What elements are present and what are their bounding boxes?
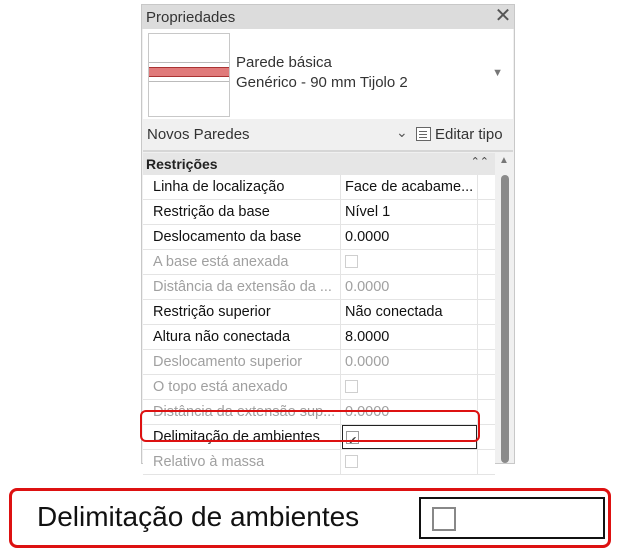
property-value	[342, 375, 477, 399]
property-row[interactable]: Restrição da base Nível 1	[143, 200, 495, 225]
row-gutter	[477, 275, 496, 299]
type-variant: Genérico - 90 mm Tijolo 2	[236, 74, 408, 91]
property-checkbox	[345, 379, 358, 393]
property-name: Altura não conectada	[143, 325, 341, 349]
row-gutter	[477, 325, 496, 349]
property-value[interactable]: Não conectada	[342, 300, 477, 324]
property-row[interactable]: Altura não conectada 8.0000	[143, 325, 495, 350]
property-name: Deslocamento superior	[143, 350, 341, 374]
property-name: Linha de localização	[143, 175, 341, 199]
edit-type-label: Editar tipo	[435, 125, 503, 143]
highlight-box	[140, 410, 480, 442]
property-row[interactable]: Deslocamento da base 0.0000	[143, 225, 495, 250]
property-name: Distância da extensão da ...	[143, 275, 341, 299]
property-name: Deslocamento da base	[143, 225, 341, 249]
instance-row: Novos Paredes ⌄ Editar tipo	[143, 119, 513, 149]
property-name: O topo está anexado	[143, 375, 341, 399]
property-value[interactable]: Face de acabame...	[342, 175, 477, 199]
row-gutter	[477, 175, 496, 199]
row-gutter	[477, 250, 496, 274]
zoom-checkbox[interactable]	[432, 507, 456, 531]
row-gutter	[477, 450, 496, 474]
property-row: Relativo à massa	[143, 450, 495, 475]
section-label: Restrições	[146, 156, 218, 172]
type-preview-image	[148, 33, 230, 117]
property-value: 0.0000	[345, 279, 390, 295]
row-gutter	[477, 200, 496, 224]
property-name: A base está anexada	[143, 250, 341, 274]
type-selector[interactable]: Parede básica Genérico - 90 mm Tijolo 2 …	[143, 29, 513, 119]
property-name: Relativo à massa	[143, 450, 341, 474]
type-family: Parede básica	[236, 54, 332, 71]
property-value[interactable]: 0.0000	[342, 225, 477, 249]
row-gutter	[477, 375, 496, 399]
property-row[interactable]: Restrição superior Não conectada	[143, 300, 495, 325]
property-value[interactable]: Nível 1	[342, 200, 477, 224]
section-header-constraints[interactable]: Restrições ⌃⌃	[143, 153, 495, 175]
property-value: 0.0000	[345, 354, 390, 370]
property-row: O topo está anexado	[143, 375, 495, 400]
property-name: Restrição superior	[143, 300, 341, 324]
row-gutter	[477, 300, 496, 324]
property-row: A base está anexada	[143, 250, 495, 275]
close-icon[interactable]: ✕	[494, 4, 512, 28]
palette-titlebar[interactable]: Propriedades ✕	[142, 5, 514, 29]
zoom-label: Delimitação de ambientes	[37, 501, 360, 532]
zoom-callout: Delimitação de ambientes	[9, 488, 611, 548]
divider	[143, 150, 513, 152]
palette-title: Propriedades	[146, 9, 236, 26]
properties-palette: Propriedades ✕ Parede básica Genérico - …	[141, 4, 515, 475]
scrollbar-thumb[interactable]	[501, 175, 509, 463]
scroll-up-icon[interactable]: ▲	[499, 155, 509, 166]
collapse-icon[interactable]: ⌃⌃	[471, 155, 489, 168]
row-gutter	[477, 225, 496, 249]
row-gutter	[477, 350, 496, 374]
property-checkbox	[345, 454, 358, 468]
property-checkbox	[345, 254, 358, 268]
property-row: Distância da extensão da ... 0.0000	[143, 275, 495, 300]
instance-filter-label: Novos Paredes	[147, 126, 250, 143]
property-name: Restrição da base	[143, 200, 341, 224]
property-row[interactable]: Linha de localização Face de acabame...	[143, 175, 495, 200]
edit-type-button[interactable]: Editar tipo	[416, 123, 503, 145]
edit-type-icon	[416, 127, 431, 141]
property-value	[342, 450, 477, 474]
type-name: Parede básica Genérico - 90 mm Tijolo 2	[236, 53, 408, 93]
wall-swatch	[149, 67, 229, 77]
property-value	[342, 250, 477, 274]
zoom-value-cell[interactable]	[419, 497, 605, 539]
property-row: Deslocamento superior 0.0000	[143, 350, 495, 375]
scrollbar[interactable]: ▲	[496, 153, 514, 463]
chevron-down-icon[interactable]: ▼	[492, 67, 503, 79]
property-value[interactable]: 8.0000	[342, 325, 477, 349]
chevron-down-icon[interactable]: ⌄	[396, 124, 408, 141]
